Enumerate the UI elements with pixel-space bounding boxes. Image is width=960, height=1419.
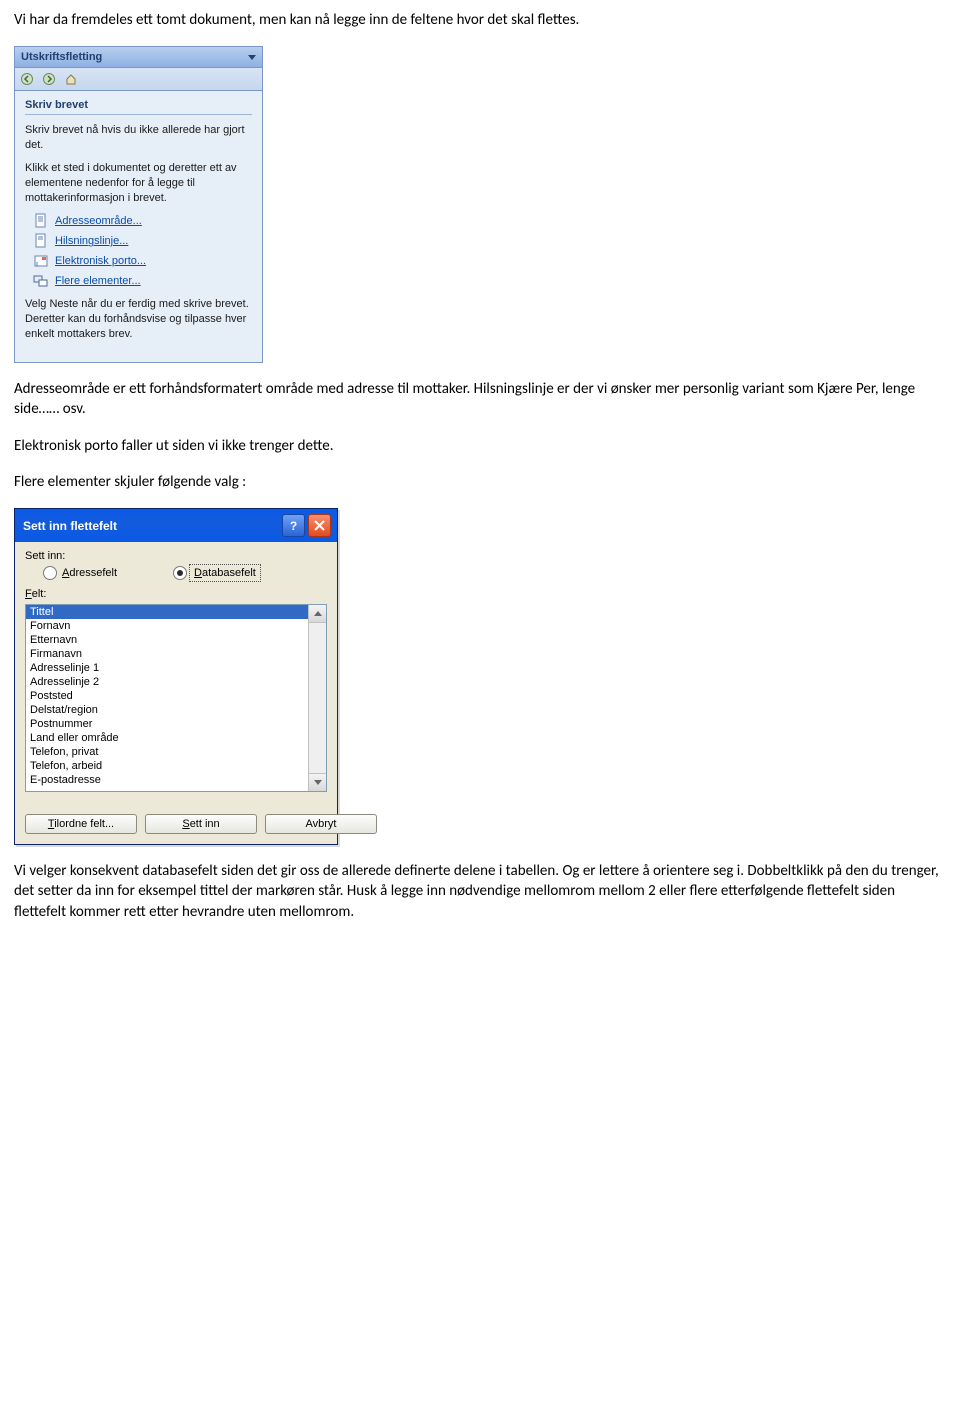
address-block-link[interactable]: Adresseområde... bbox=[33, 213, 252, 229]
list-item[interactable]: Fornavn bbox=[26, 619, 308, 633]
link-label: Hilsningslinje... bbox=[55, 235, 128, 247]
scroll-down-button[interactable] bbox=[309, 773, 326, 791]
list-item[interactable]: Adresselinje 1 bbox=[26, 661, 308, 675]
cards-icon bbox=[33, 273, 49, 289]
address-field-radio[interactable]: Adressefelt bbox=[43, 566, 117, 580]
taskpane-link-list: Adresseområde... Hilsningslinje... Elekt… bbox=[33, 213, 252, 289]
dialog-button-row: Tilordne felt... Sett inn Avbryt bbox=[25, 814, 327, 834]
radio-label-rest: dressefelt bbox=[69, 567, 117, 579]
back-icon[interactable] bbox=[19, 71, 35, 87]
chevron-down-icon bbox=[314, 780, 322, 785]
list-item[interactable]: Poststed bbox=[26, 689, 308, 703]
taskpane-toolbar bbox=[15, 68, 262, 91]
assign-fields-button[interactable]: Tilordne felt... bbox=[25, 814, 137, 834]
close-button[interactable] bbox=[308, 514, 331, 537]
radio-group: Adressefelt Databasefelt bbox=[43, 566, 327, 580]
chevron-down-icon[interactable] bbox=[248, 55, 256, 60]
insert-button[interactable]: Sett inn bbox=[145, 814, 257, 834]
forward-icon[interactable] bbox=[41, 71, 57, 87]
list-item[interactable]: Telefon, arbeid bbox=[26, 759, 308, 773]
list-item[interactable]: Land eller område bbox=[26, 731, 308, 745]
dialog-body: Sett inn: Adressefelt Databasefelt Felt:… bbox=[15, 542, 337, 844]
electronic-postage-link[interactable]: Elektronisk porto... bbox=[33, 253, 252, 269]
paragraph-5: Vi velger konsekvent databasefelt siden … bbox=[14, 861, 946, 922]
document-icon bbox=[33, 233, 49, 249]
paragraph-2: Adresseområde er ett forhåndsformatert o… bbox=[14, 379, 946, 420]
taskpane-section-heading: Skriv brevet bbox=[25, 99, 252, 115]
list-item[interactable]: Adresselinje 2 bbox=[26, 675, 308, 689]
scrollbar[interactable] bbox=[308, 605, 326, 791]
list-item[interactable]: Postnummer bbox=[26, 717, 308, 731]
link-label: Flere elementer... bbox=[55, 275, 141, 287]
taskpane-titlebar[interactable]: Utskriftsfletting bbox=[15, 47, 262, 68]
list-item[interactable]: Etternavn bbox=[26, 633, 308, 647]
link-label: Adresseområde... bbox=[55, 215, 142, 227]
help-button[interactable]: ? bbox=[282, 514, 305, 537]
mailmerge-task-pane: Utskriftsfletting Skriv brevet Skriv bre… bbox=[14, 46, 263, 363]
list-item[interactable]: Delstat/region bbox=[26, 703, 308, 717]
insert-merge-field-dialog: Sett inn flettefelt ? Sett inn: Adressef… bbox=[14, 508, 338, 845]
taskpane-title: Utskriftsfletting bbox=[21, 51, 102, 63]
list-item[interactable]: E-postadresse bbox=[26, 773, 308, 787]
link-label: Elektronisk porto... bbox=[55, 255, 146, 267]
chevron-up-icon bbox=[314, 611, 322, 616]
taskpane-footer-text: Velg Neste når du er ferdig med skrive b… bbox=[25, 297, 252, 342]
stamp-icon bbox=[33, 253, 49, 269]
list-item[interactable]: Telefon, privat bbox=[26, 745, 308, 759]
taskpane-text1: Skriv brevet nå hvis du ikke allerede ha… bbox=[25, 123, 252, 153]
dialog-title: Sett inn flettefelt bbox=[23, 519, 117, 533]
home-icon[interactable] bbox=[63, 71, 79, 87]
fields-listbox[interactable]: TittelFornavnEtternavnFirmanavnAdresseli… bbox=[26, 605, 308, 791]
paragraph-4: Flere elementer skjuler følgende valg : bbox=[14, 472, 946, 492]
greeting-line-link[interactable]: Hilsningslinje... bbox=[33, 233, 252, 249]
scroll-track[interactable] bbox=[309, 623, 326, 773]
list-item[interactable]: Firmanavn bbox=[26, 647, 308, 661]
intro-paragraph: Vi har da fremdeles ett tomt dokument, m… bbox=[14, 10, 946, 30]
fields-listbox-wrap: TittelFornavnEtternavnFirmanavnAdresseli… bbox=[25, 604, 327, 792]
dialog-titlebar[interactable]: Sett inn flettefelt ? bbox=[15, 509, 337, 542]
list-item[interactable]: Tittel bbox=[26, 605, 308, 619]
insert-label: Sett inn: bbox=[25, 550, 327, 562]
radio-label-rest: atabasefelt bbox=[202, 567, 256, 579]
cancel-button[interactable]: Avbryt bbox=[265, 814, 377, 834]
taskpane-text2: Klikk et sted i dokumentet og deretter e… bbox=[25, 161, 252, 206]
paragraph-3: Elektronisk porto faller ut siden vi ikk… bbox=[14, 436, 946, 456]
document-icon bbox=[33, 213, 49, 229]
taskpane-body: Skriv brevet Skriv brevet nå hvis du ikk… bbox=[15, 91, 262, 362]
fields-label: Felt: bbox=[25, 588, 327, 600]
more-items-link[interactable]: Flere elementer... bbox=[33, 273, 252, 289]
database-field-radio[interactable]: Databasefelt bbox=[173, 566, 258, 580]
scroll-up-button[interactable] bbox=[309, 605, 326, 623]
